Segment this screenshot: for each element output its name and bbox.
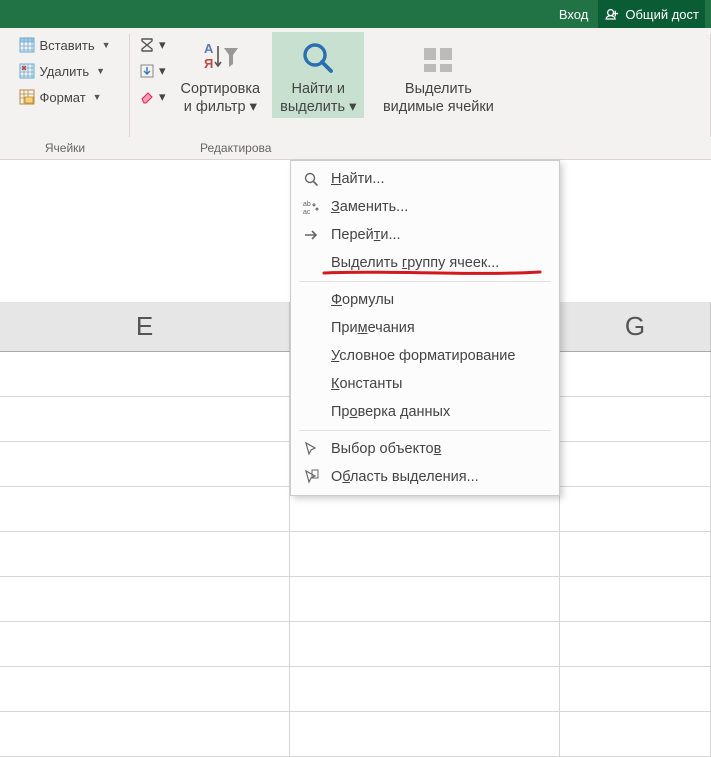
chevron-down-icon: ▼ (102, 40, 111, 50)
chevron-down-icon: ▾ (349, 99, 356, 115)
ribbon: Вставить ▼ Удалить ▼ Формат ▼ (0, 28, 711, 160)
menu-select-objects-label: Выбор объектов (331, 441, 441, 457)
find-select-label-2: выделить (280, 99, 345, 115)
menu-goto-label: Перейти... (331, 227, 401, 243)
menu-data-validation[interactable]: Проверка данных (291, 398, 559, 426)
chevron-down-icon: ▾ (159, 63, 166, 79)
insert-button[interactable]: Вставить ▼ (15, 32, 114, 58)
delete-label: Удалить (39, 64, 89, 79)
insert-label: Вставить (39, 38, 94, 53)
menu-find[interactable]: Найти... (291, 165, 559, 193)
sort-filter-label-1: Сортировка (181, 80, 261, 98)
signin-button[interactable]: Вход (549, 0, 598, 28)
selection-pane-icon (301, 469, 321, 485)
sort-filter-button[interactable]: А Я Сортировка и фильтр ▾ (173, 32, 269, 118)
col-header-e[interactable]: E (0, 302, 290, 351)
replace-icon: abac (301, 199, 321, 215)
delete-button[interactable]: Удалить ▼ (15, 58, 114, 84)
autosum-button[interactable]: ▾ (136, 32, 169, 58)
magnifier-icon (298, 36, 338, 80)
sort-filter-icon: А Я (200, 36, 240, 80)
chevron-down-icon: ▼ (93, 92, 102, 102)
menu-formulas[interactable]: Формулы (291, 286, 559, 314)
svg-text:ab: ab (303, 201, 311, 208)
share-icon (605, 7, 620, 22)
eraser-icon (139, 89, 155, 105)
svg-text:А: А (204, 41, 214, 56)
menu-constants-label: Константы (331, 376, 402, 392)
group-editing-label: Редактирова (136, 139, 271, 157)
titlebar: Вход Общий дост (0, 0, 711, 28)
select-visible-icon (418, 36, 458, 80)
chevron-down-icon: ▼ (96, 66, 105, 76)
menu-select-objects[interactable]: Выбор объектов (291, 435, 559, 463)
find-select-label-1: Найти и (291, 80, 345, 98)
select-visible-label-2: видимые ячейки (383, 98, 494, 116)
menu-cond-fmt-label: Условное форматирование (331, 348, 515, 364)
share-button[interactable]: Общий дост (598, 0, 705, 28)
format-button[interactable]: Формат ▼ (15, 84, 114, 110)
menu-find-label: Найти... (331, 171, 384, 187)
menu-selection-pane[interactable]: Область выделения... (291, 463, 559, 491)
clear-button[interactable]: ▾ (136, 84, 169, 110)
group-cells: Вставить ▼ Удалить ▼ Формат ▼ (0, 28, 130, 159)
fill-down-icon (139, 63, 155, 79)
menu-formulas-label: Формулы (331, 292, 394, 308)
cursor-icon (301, 441, 321, 457)
menu-comments[interactable]: Примечания (291, 314, 559, 342)
menu-conditional-formatting[interactable]: Условное форматирование (291, 342, 559, 370)
arrow-right-icon (301, 227, 321, 243)
select-visible-label-1: Выделить (405, 80, 472, 98)
menu-separator (299, 430, 551, 431)
chevron-down-icon: ▾ (159, 89, 166, 105)
magnifier-icon (301, 171, 321, 187)
menu-constants[interactable]: Константы (291, 370, 559, 398)
svg-text:Я: Я (204, 56, 213, 71)
format-label: Формат (39, 90, 85, 105)
svg-text:ac: ac (303, 209, 311, 215)
select-visible-button[interactable]: Выделить видимые ячейки (368, 32, 508, 118)
share-label: Общий дост (625, 7, 699, 22)
menu-replace-label: Заменить... (331, 199, 408, 215)
format-cells-icon (19, 89, 35, 105)
menu-data-validation-label: Проверка данных (331, 404, 450, 420)
annotation-red-underline (322, 265, 542, 273)
group-cells-label: Ячейки (45, 139, 85, 157)
insert-cells-icon (19, 37, 35, 53)
menu-selection-pane-label: Область выделения... (331, 469, 479, 485)
chevron-down-icon: ▾ (159, 37, 166, 53)
chevron-down-icon: ▾ (250, 99, 257, 115)
find-select-button[interactable]: Найти и выделить ▾ (272, 32, 364, 118)
menu-goto[interactable]: Перейти... (291, 221, 559, 249)
delete-cells-icon (19, 63, 35, 79)
sigma-icon (139, 37, 155, 53)
menu-replace[interactable]: abac Заменить... (291, 193, 559, 221)
menu-separator (299, 281, 551, 282)
col-header-g[interactable]: G (560, 302, 711, 351)
fill-button[interactable]: ▾ (136, 58, 169, 84)
find-select-menu: Найти... abac Заменить... Перейти... Выд… (290, 160, 560, 496)
sort-filter-label-2: и фильтр (184, 99, 246, 115)
menu-comments-label: Примечания (331, 320, 415, 336)
group-editing: ▾ ▾ ▾ А (130, 28, 711, 159)
